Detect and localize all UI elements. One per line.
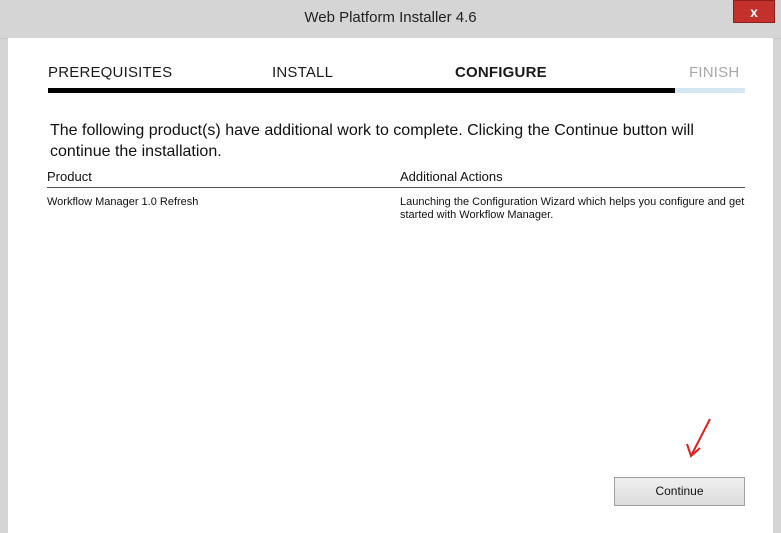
close-button[interactable]: x — [733, 0, 775, 23]
product-action: Launching the Configuration Wizard which… — [400, 196, 745, 221]
step-configure: CONFIGURE — [455, 64, 547, 81]
step-install: INSTALL — [272, 64, 334, 81]
client-area: PREREQUISITES INSTALL CONFIGURE FINISH T… — [8, 38, 773, 533]
intro-text: The following product(s) have additional… — [50, 122, 694, 160]
wizard-steps: PREREQUISITES INSTALL CONFIGURE FINISH — [8, 38, 773, 98]
continue-button[interactable]: Continue — [614, 477, 745, 506]
product-name: Workflow Manager 1.0 Refresh — [47, 196, 199, 208]
step-finish: FINISH — [689, 64, 740, 81]
window-title: Web Platform Installer 4.6 — [304, 9, 477, 26]
column-header-product: Product — [47, 169, 92, 184]
step-prerequisites: PREREQUISITES — [48, 64, 173, 81]
annotation-arrow-icon — [686, 418, 711, 458]
title-bar[interactable]: Web Platform Installer 4.6 x — [0, 0, 781, 39]
installer-window: Web Platform Installer 4.6 x PREREQUISIT… — [0, 0, 781, 533]
wizard-progress-track — [48, 88, 745, 93]
table-header: Product Additional Actions — [47, 169, 745, 188]
column-header-actions: Additional Actions — [400, 169, 503, 184]
wizard-progress-fill — [48, 88, 676, 93]
